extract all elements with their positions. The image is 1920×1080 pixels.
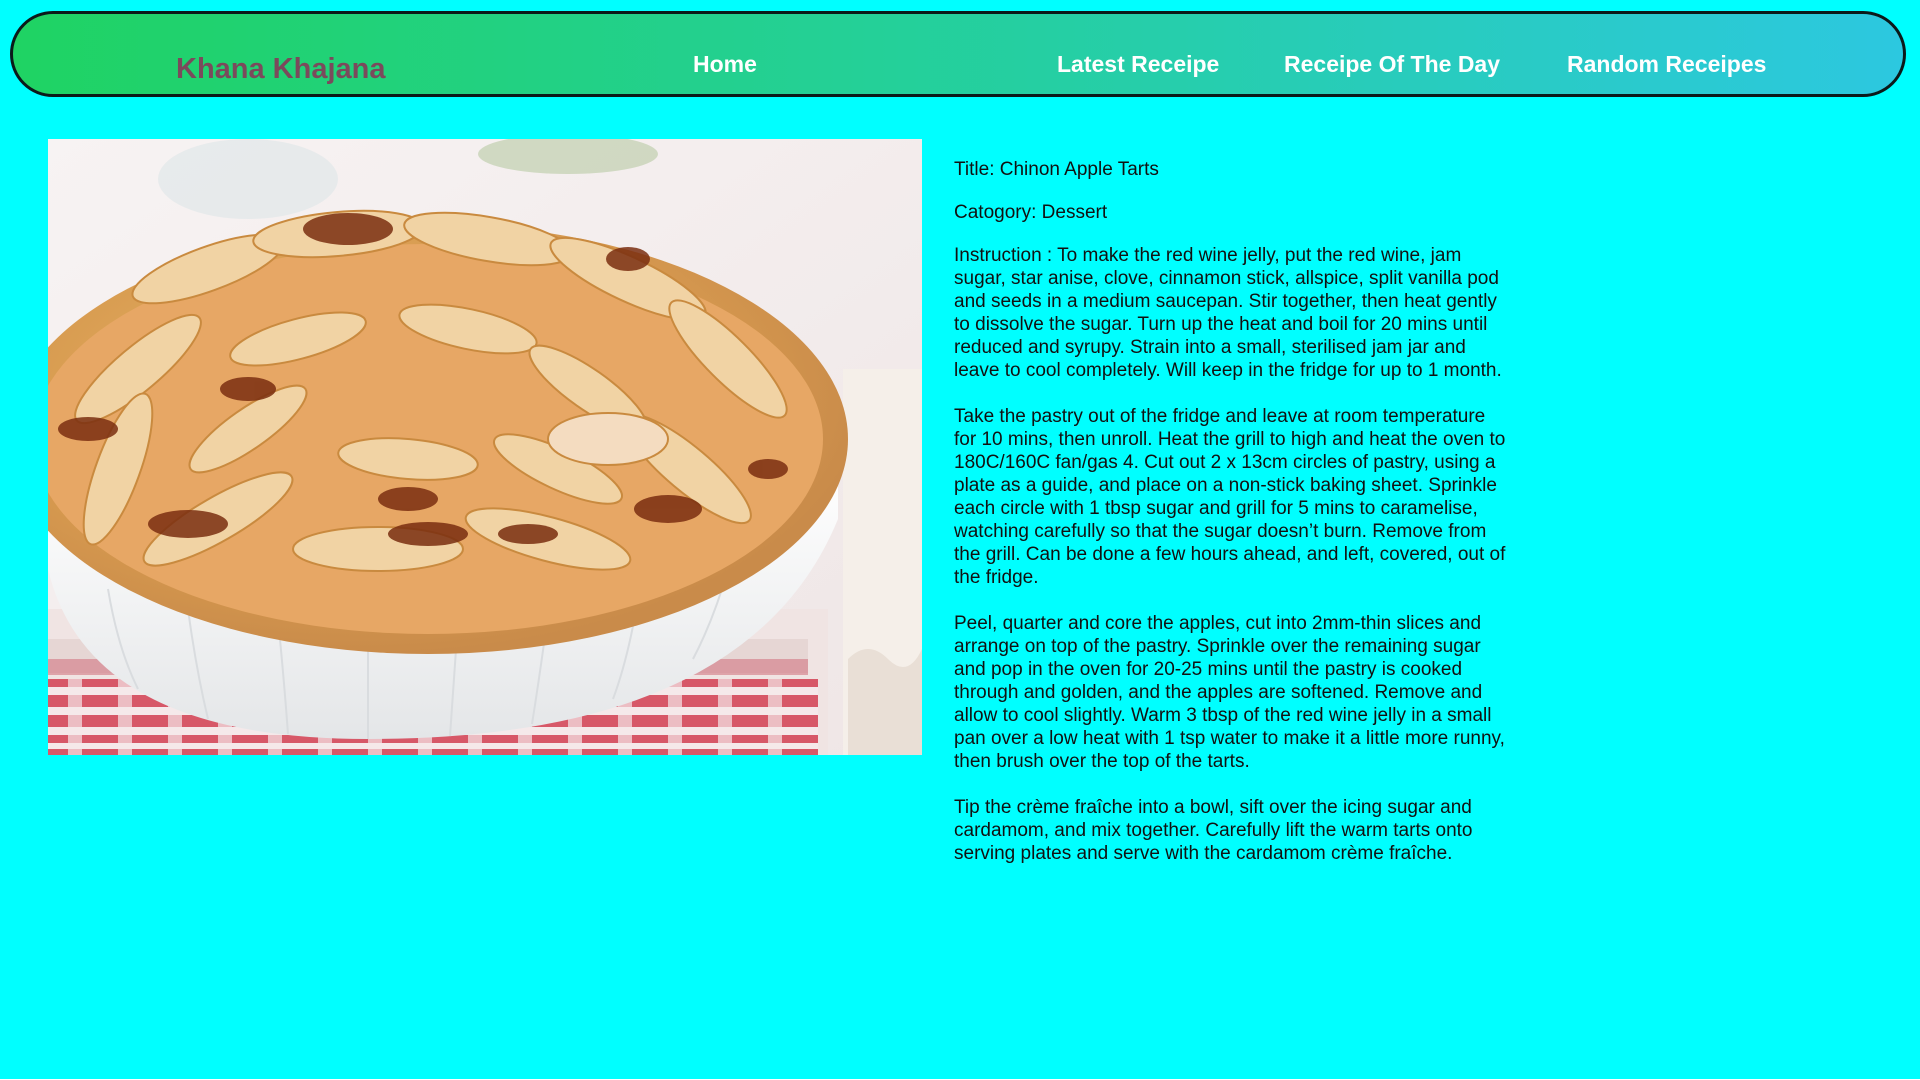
recipe-instruction-paragraph: Tip the crème fraîche into a bowl, sift … — [954, 797, 1473, 864]
recipe-instruction-paragraph: Peel, quarter and core the apples, cut i… — [954, 613, 1505, 772]
nav-link-home[interactable]: Home — [693, 53, 757, 76]
recipe-photo — [48, 139, 922, 755]
recipe-title: Title: Chinon Apple Tarts — [954, 159, 1159, 180]
page-background: Khana Khajana Home Latest Receipe Receip… — [0, 0, 1920, 1080]
nav-link-receipe-of-the-day[interactable]: Receipe Of The Day — [1284, 53, 1500, 76]
recipe-category: Catogory: Dessert — [954, 202, 1108, 223]
nav-link-latest-receipe[interactable]: Latest Receipe — [1057, 53, 1219, 76]
recipe-instruction-paragraph: Take the pastry out of the fridge and le… — [954, 406, 1506, 588]
recipe-details: Title: Chinon Apple Tarts Catogory: Dess… — [954, 158, 1506, 888]
nav-link-random-receipes[interactable]: Random Receipes — [1567, 53, 1766, 76]
top-navbar: Khana Khajana Home Latest Receipe Receip… — [10, 11, 1906, 97]
brand-logo-text[interactable]: Khana Khajana — [176, 55, 386, 84]
recipe-instruction-paragraph: Instruction : To make the red wine jelly… — [954, 245, 1502, 381]
